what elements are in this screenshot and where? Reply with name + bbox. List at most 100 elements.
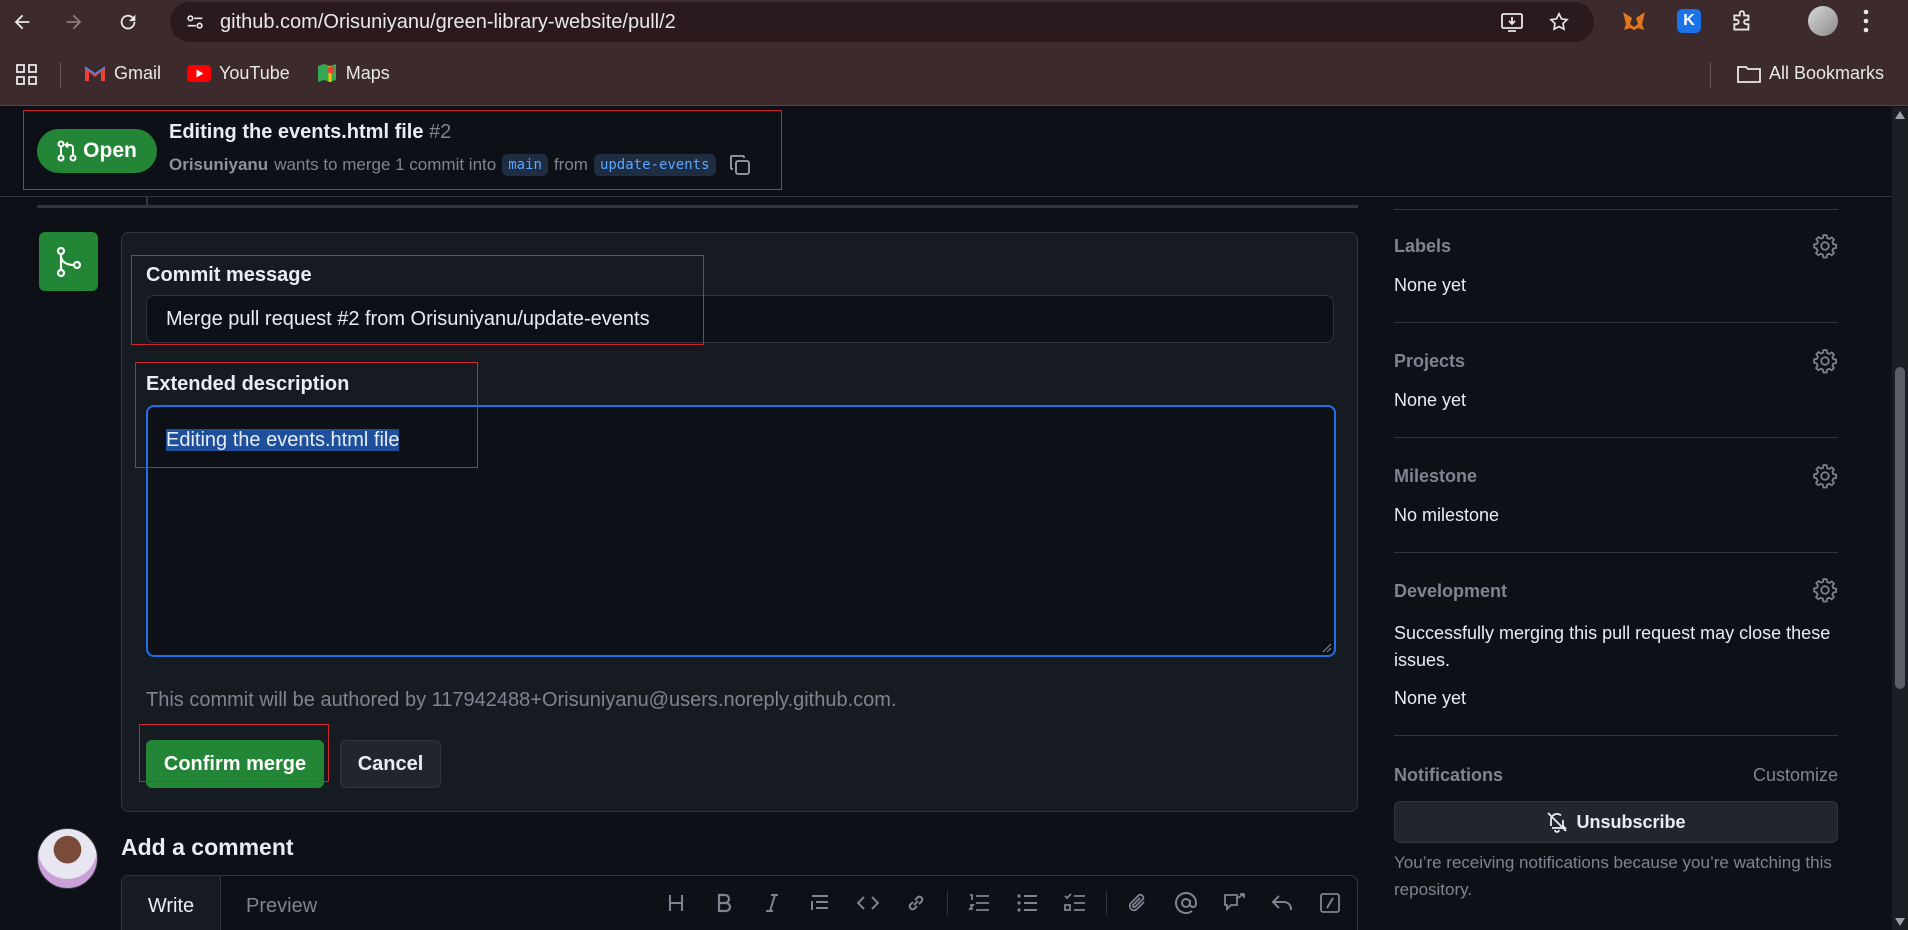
extension-k-icon[interactable]: K bbox=[1677, 9, 1701, 33]
milestone-value: No milestone bbox=[1394, 505, 1500, 525]
development-text: Successfully merging this pull request m… bbox=[1394, 623, 1831, 670]
code-icon[interactable] bbox=[851, 886, 885, 920]
extended-description-text[interactable]: Editing the events.html file bbox=[166, 429, 400, 451]
site-info-icon[interactable] bbox=[184, 11, 206, 33]
pr-from-text: from bbox=[553, 155, 588, 174]
bookmark-gmail-label: Gmail bbox=[114, 62, 162, 83]
pr-title: Editing the events.html file #2 bbox=[169, 121, 451, 144]
italic-icon[interactable] bbox=[755, 886, 789, 920]
bookmark-youtube[interactable]: YouTube bbox=[187, 62, 290, 84]
link-icon[interactable] bbox=[899, 886, 933, 920]
cancel-button[interactable]: Cancel bbox=[340, 740, 441, 788]
bookmark-maps[interactable]: Maps bbox=[316, 62, 390, 84]
notifications-heading: Notifications bbox=[1394, 765, 1504, 785]
tab-preview[interactable]: Preview bbox=[246, 876, 317, 930]
pr-number: #2 bbox=[429, 121, 452, 143]
ordered-list-icon[interactable] bbox=[962, 886, 996, 920]
unsubscribe-label: Unsubscribe bbox=[1576, 811, 1686, 832]
labels-gear-icon[interactable] bbox=[1812, 233, 1838, 259]
projects-gear-icon[interactable] bbox=[1812, 348, 1838, 374]
heading-icon[interactable] bbox=[659, 886, 693, 920]
reload-icon[interactable] bbox=[110, 4, 146, 40]
profile-avatar[interactable] bbox=[1808, 6, 1838, 36]
youtube-icon bbox=[187, 64, 212, 82]
slash-command-icon[interactable] bbox=[1313, 886, 1347, 920]
pr-sticky-header: Open Editing the events.html file #2 Ori… bbox=[0, 107, 1892, 197]
tab-write[interactable]: Write bbox=[122, 876, 221, 930]
pr-title-text: Editing the events.html file bbox=[169, 121, 424, 143]
user-avatar[interactable] bbox=[37, 828, 98, 889]
pr-merge-text: wants to merge 1 commit into bbox=[274, 155, 497, 174]
commit-message-input[interactable]: Merge pull request #2 from Orisuniyanu/u… bbox=[146, 295, 1334, 343]
unsubscribe-button[interactable]: Unsubscribe bbox=[1394, 801, 1838, 843]
notifications-reason: You’re receiving notifications because y… bbox=[1394, 853, 1832, 899]
projects-value: None yet bbox=[1394, 390, 1467, 410]
reply-icon[interactable] bbox=[1265, 886, 1299, 920]
timeline-divider bbox=[37, 205, 1358, 208]
confirm-merge-button[interactable]: Confirm merge bbox=[146, 740, 324, 788]
sidebar-divider bbox=[1394, 437, 1838, 438]
milestone-heading[interactable]: Milestone bbox=[1394, 466, 1477, 487]
toolbar-divider bbox=[1106, 891, 1107, 915]
bookmark-gmail[interactable]: Gmail bbox=[84, 62, 161, 84]
maps-icon bbox=[316, 62, 338, 84]
extended-description-textarea[interactable]: Editing the events.html file bbox=[146, 405, 1336, 657]
back-icon[interactable] bbox=[4, 4, 40, 40]
address-bar[interactable]: github.com/Orisuniyanu/green-library-web… bbox=[170, 2, 1594, 42]
sidebar-divider bbox=[1394, 322, 1838, 323]
commit-message-label: Commit message bbox=[146, 264, 312, 286]
customize-link[interactable]: Customize bbox=[1753, 765, 1838, 786]
scroll-down-icon[interactable] bbox=[1895, 918, 1905, 926]
gmail-icon bbox=[84, 65, 106, 82]
cross-reference-icon[interactable] bbox=[1217, 886, 1251, 920]
folder-icon bbox=[1737, 64, 1761, 84]
toolbar-divider bbox=[947, 891, 948, 915]
development-heading[interactable]: Development bbox=[1394, 581, 1507, 602]
head-branch[interactable]: update-events bbox=[593, 154, 716, 176]
labels-value: None yet bbox=[1394, 275, 1467, 295]
merge-form-panel: Commit message Merge pull request #2 fro… bbox=[121, 232, 1358, 812]
bell-slash-icon bbox=[1546, 811, 1568, 833]
github-pr-page: Open Editing the events.html file #2 Ori… bbox=[0, 107, 1892, 930]
pr-subtitle: Orisuniyanu wants to merge 1 commit into… bbox=[169, 153, 752, 177]
browser-toolbar: github.com/Orisuniyanu/green-library-web… bbox=[0, 0, 1908, 44]
development-value: None yet bbox=[1394, 688, 1467, 708]
add-comment-heading: Add a comment bbox=[121, 834, 294, 860]
attach-icon[interactable] bbox=[1121, 886, 1155, 920]
url-text[interactable]: github.com/Orisuniyanu/green-library-web… bbox=[220, 11, 676, 34]
extensions-puzzle-icon[interactable] bbox=[1730, 9, 1756, 35]
sidebar-divider bbox=[1394, 735, 1838, 736]
all-bookmarks[interactable]: All Bookmarks bbox=[1737, 63, 1884, 84]
base-branch[interactable]: main bbox=[502, 154, 548, 176]
milestone-gear-icon[interactable] bbox=[1812, 463, 1838, 489]
bold-icon[interactable] bbox=[707, 886, 741, 920]
all-bookmarks-label: All Bookmarks bbox=[1769, 63, 1885, 83]
task-list-icon[interactable] bbox=[1058, 886, 1092, 920]
metamask-extension-icon[interactable] bbox=[1620, 8, 1648, 36]
labels-heading[interactable]: Labels bbox=[1394, 236, 1451, 257]
forward-icon[interactable] bbox=[56, 4, 92, 40]
page-scrollbar[interactable] bbox=[1892, 107, 1908, 930]
install-app-icon[interactable] bbox=[1500, 11, 1524, 33]
pull-request-icon bbox=[57, 140, 77, 162]
pr-status-badge: Open bbox=[37, 129, 157, 173]
quote-icon[interactable] bbox=[803, 886, 837, 920]
resize-handle-icon[interactable] bbox=[1322, 643, 1332, 653]
apps-grid-icon[interactable] bbox=[16, 64, 38, 86]
extended-description-label: Extended description bbox=[146, 373, 350, 395]
bookmark-youtube-label: YouTube bbox=[219, 62, 290, 83]
author-note: This commit will be authored by 11794248… bbox=[146, 689, 897, 711]
bookmark-star-icon[interactable] bbox=[1548, 11, 1570, 33]
mention-icon[interactable] bbox=[1169, 886, 1203, 920]
pr-status-label: Open bbox=[83, 139, 137, 162]
scrollbar-thumb[interactable] bbox=[1895, 367, 1905, 689]
copy-icon[interactable] bbox=[728, 153, 752, 177]
kebab-menu-icon[interactable] bbox=[1862, 8, 1870, 34]
projects-heading[interactable]: Projects bbox=[1394, 351, 1465, 372]
sidebar-divider bbox=[1394, 552, 1838, 553]
scroll-up-icon[interactable] bbox=[1895, 111, 1905, 119]
unordered-list-icon[interactable] bbox=[1010, 886, 1044, 920]
development-gear-icon[interactable] bbox=[1812, 577, 1838, 603]
comment-editor: Write Preview bbox=[121, 875, 1358, 930]
pr-author-link[interactable]: Orisuniyanu bbox=[169, 155, 268, 175]
